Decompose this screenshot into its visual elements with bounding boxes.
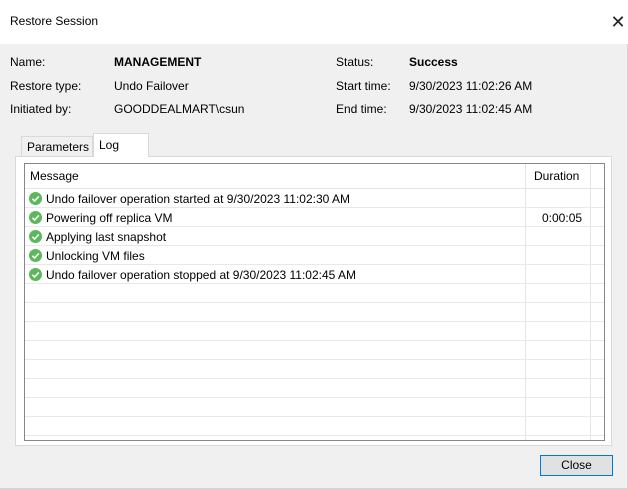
success-check-icon <box>29 211 42 224</box>
title-bar: Restore Session ✕ <box>0 0 628 44</box>
column-header-duration[interactable]: Duration <box>534 169 579 183</box>
row-divider <box>25 397 604 398</box>
success-check-icon <box>29 230 42 243</box>
log-row[interactable]: Undo failover operation started at 9/30/… <box>25 189 604 208</box>
log-message: Undo failover operation started at 9/30/… <box>46 192 350 206</box>
status-value: Success <box>409 55 458 69</box>
initiated-by-value: GOODDEALMART\csun <box>114 102 245 116</box>
log-message: Undo failover operation stopped at 9/30/… <box>46 268 357 282</box>
log-row[interactable]: Unlocking VM files <box>25 246 604 265</box>
end-time-label: End time: <box>336 102 387 116</box>
name-label: Name: <box>10 55 46 69</box>
window-title: Restore Session <box>10 14 99 28</box>
start-time-label: Start time: <box>336 79 391 93</box>
row-divider <box>25 416 604 417</box>
restore-type-label: Restore type: <box>10 79 82 93</box>
row-divider <box>25 378 604 379</box>
log-row[interactable]: Applying last snapshot <box>25 227 604 246</box>
log-duration: 0:00:05 <box>542 211 583 225</box>
tab-log[interactable]: Log <box>93 133 149 157</box>
start-time-value: 9/30/2023 11:02:26 AM <box>409 79 533 93</box>
log-row[interactable]: Powering off replica VM 0:00:05 <box>25 208 604 227</box>
close-icon[interactable]: ✕ <box>608 8 628 36</box>
initiated-by-label: Initiated by: <box>10 102 72 116</box>
column-header-message[interactable]: Message <box>30 169 79 183</box>
row-divider <box>25 302 604 303</box>
log-table: Message Duration Undo failover operation… <box>24 163 605 441</box>
success-check-icon <box>29 192 42 205</box>
row-divider <box>25 321 604 322</box>
status-label: Status: <box>336 55 374 69</box>
row-divider <box>25 359 604 360</box>
success-check-icon <box>29 249 42 262</box>
restore-type-value: Undo Failover <box>114 79 189 93</box>
end-time-value: 9/30/2023 11:02:45 AM <box>409 102 533 116</box>
log-message: Unlocking VM files <box>46 249 145 263</box>
close-button[interactable]: Close <box>540 455 613 476</box>
log-row[interactable]: Undo failover operation stopped at 9/30/… <box>25 265 604 284</box>
row-divider <box>25 340 604 341</box>
log-table-header: Message Duration <box>25 164 604 189</box>
row-divider <box>25 435 604 436</box>
success-check-icon <box>29 268 42 281</box>
restore-session-dialog: Restore Session ✕ Name: MANAGEMENT Resto… <box>0 0 628 489</box>
log-message: Powering off replica VM <box>46 211 173 225</box>
name-value: MANAGEMENT <box>114 55 202 69</box>
log-message: Applying last snapshot <box>46 230 167 244</box>
tab-parameters[interactable]: Parameters <box>21 136 93 156</box>
log-tab-panel: Message Duration Undo failover operation… <box>15 156 612 446</box>
